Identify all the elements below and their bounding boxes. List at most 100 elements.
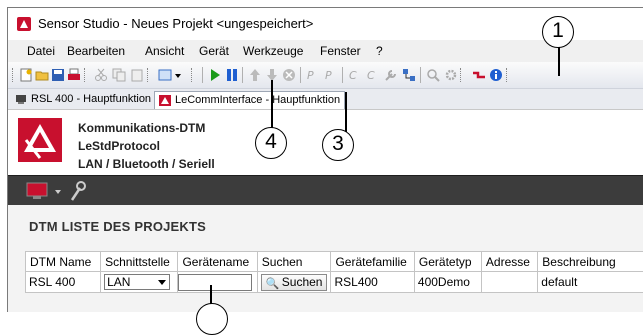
- tab-rsl400-hauptfunktion[interactable]: RSL 400 - Hauptfunktion: [11, 91, 155, 109]
- protocol-label: LeStdProtocol: [78, 139, 160, 153]
- column-header-dtm-name[interactable]: DTM Name: [26, 252, 101, 272]
- callout-2-leader: [210, 285, 212, 305]
- menu-ansicht[interactable]: Ansicht: [145, 44, 184, 58]
- cell-adresse: [481, 272, 537, 293]
- menu-datei[interactable]: Datei: [27, 44, 55, 58]
- upload-icon: [248, 68, 262, 82]
- cell-suchen: 🔍 Suchen: [257, 272, 331, 293]
- toolbar-grip[interactable]: [84, 68, 88, 82]
- network-icon[interactable]: [402, 68, 416, 82]
- logo-emblem-icon: [18, 118, 62, 162]
- sensor-studio-app-icon: [17, 17, 31, 31]
- paste-icon: [130, 68, 144, 82]
- tab-label: RSL 400 - Hauptfunktion: [31, 93, 151, 105]
- toolbar-grip[interactable]: [191, 68, 195, 82]
- column-header-schnittstelle[interactable]: Schnittstelle: [101, 252, 178, 272]
- monitor-icon[interactable]: [26, 182, 52, 200]
- toolbar-grip[interactable]: [12, 68, 16, 82]
- window-layout-dropdown-icon[interactable]: [158, 68, 184, 82]
- menu-help[interactable]: ?: [376, 44, 383, 58]
- callout-1-leader: [558, 46, 560, 76]
- toolbar-grip[interactable]: [506, 68, 510, 82]
- cell-geraetename: [178, 272, 257, 293]
- copy-icon: [112, 68, 126, 82]
- cut-icon: [94, 68, 108, 82]
- open-folder-icon[interactable]: [35, 68, 49, 82]
- device-icon: [15, 94, 27, 105]
- toolbar: P P C C: [8, 62, 643, 89]
- callout-1: 1: [542, 16, 574, 48]
- column-header-geraetetyp[interactable]: Gerätetyp: [414, 252, 481, 272]
- svg-text:C: C: [349, 69, 357, 82]
- print-icon[interactable]: [67, 68, 81, 82]
- svg-text:P: P: [307, 69, 314, 82]
- callout-4: 4: [255, 127, 287, 159]
- menu-geraet[interactable]: Gerät: [199, 44, 229, 58]
- comm-dtm-icon: [159, 95, 171, 106]
- zoom-icon: [426, 68, 440, 82]
- section-title: DTM LISTE DES PROJEKTS: [29, 219, 206, 234]
- search-button-label: Suchen: [282, 275, 323, 289]
- callout-3: 3: [322, 129, 354, 161]
- dtm-project-table: DTM Name Schnittstelle Gerätename Suchen…: [25, 251, 643, 293]
- app-window: Sensor Studio - Neues Projekt <ungespeic…: [7, 7, 643, 312]
- column-header-beschreibung[interactable]: Beschreibung: [538, 252, 643, 272]
- cell-dtm-name: RSL 400: [26, 272, 101, 293]
- parameter-write-icon: P: [324, 68, 338, 82]
- callout-2-partial: [196, 303, 228, 335]
- info-icon[interactable]: [489, 68, 503, 82]
- binoculars-icon: 🔍: [266, 277, 280, 292]
- column-header-suchen[interactable]: Suchen: [257, 252, 331, 272]
- play-icon[interactable]: [208, 68, 222, 82]
- svg-text:C: C: [367, 69, 375, 82]
- configuration-read-icon: C: [348, 68, 362, 82]
- interface-select[interactable]: LAN: [104, 274, 170, 290]
- toolbar-separator: [420, 67, 421, 83]
- toolbar-grip[interactable]: [147, 68, 151, 82]
- configuration-write-icon: C: [366, 68, 380, 82]
- chevron-down-icon[interactable]: [54, 188, 62, 196]
- callout-3-leader: [345, 92, 347, 132]
- tab-lecomminterface-hauptfunktion[interactable]: LeCommInterface - Hauptfunktion: [154, 91, 345, 109]
- callout-4-leader: [271, 80, 273, 128]
- svg-text:P: P: [325, 69, 332, 82]
- connection-types-label: LAN / Bluetooth / Seriell: [78, 157, 215, 171]
- dtm-list-panel: DTM LISTE DES PROJEKTS DTM Name Schnitts…: [8, 205, 643, 312]
- table-header-row: DTM Name Schnittstelle Gerätename Suchen…: [26, 252, 643, 272]
- leuze-logo: [18, 118, 62, 162]
- cell-geraetefamilie: RSL400: [331, 272, 414, 293]
- cell-beschreibung: default: [538, 272, 643, 293]
- parameter-read-icon: P: [306, 68, 320, 82]
- toolbar-separator: [300, 67, 301, 83]
- connect-cable-icon[interactable]: [472, 68, 486, 82]
- menu-fenster[interactable]: Fenster: [320, 44, 361, 58]
- toolbar-grip[interactable]: [460, 68, 464, 82]
- cell-schnittstelle: LAN: [101, 272, 178, 293]
- interface-select-value: LAN: [107, 275, 130, 289]
- menu-bearbeiten[interactable]: Bearbeiten: [67, 44, 125, 58]
- column-header-geraetefamilie[interactable]: Gerätefamilie: [331, 252, 414, 272]
- table-row[interactable]: RSL 400 LAN 🔍 Suchen: [26, 272, 643, 293]
- dtm-type-label: Kommunikations-DTM: [78, 121, 205, 135]
- menu-werkzeuge[interactable]: Werkzeuge: [243, 44, 303, 58]
- tab-label: LeCommInterface - Hauptfunktion: [175, 94, 340, 106]
- document-tab-strip: RSL 400 - Hauptfunktion LeCommInterface …: [8, 89, 643, 109]
- save-icon[interactable]: [51, 68, 65, 82]
- device-name-input[interactable]: [178, 274, 252, 291]
- toolbar-separator: [342, 67, 343, 83]
- column-header-adresse[interactable]: Adresse: [481, 252, 537, 272]
- toolbar-separator: [242, 67, 243, 83]
- settings-gear-icon: [444, 68, 458, 82]
- column-header-geraetename[interactable]: Gerätename: [178, 252, 257, 272]
- new-file-icon[interactable]: [19, 68, 33, 82]
- tools-icon[interactable]: [68, 180, 88, 202]
- dtm-function-toolbar: [8, 175, 643, 206]
- search-button[interactable]: 🔍 Suchen: [261, 274, 328, 291]
- pause-icon[interactable]: [225, 68, 239, 82]
- window-title: Sensor Studio - Neues Projekt <ungespeic…: [38, 16, 313, 31]
- toolbar-separator: [202, 67, 203, 83]
- wrench-icon: [384, 68, 398, 82]
- dropdown-arrow-icon[interactable]: [158, 280, 166, 285]
- stop-icon: [282, 68, 296, 82]
- cell-geraetetyp: 400Demo: [414, 272, 481, 293]
